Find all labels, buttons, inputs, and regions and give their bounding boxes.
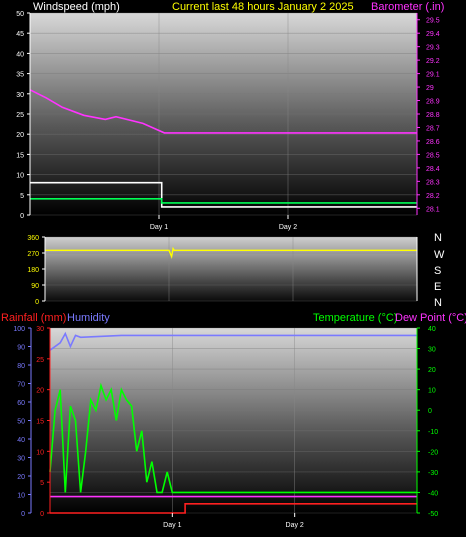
y-left-tick-label: 15 xyxy=(16,152,24,159)
compass-s: S xyxy=(434,265,441,277)
y-right-tick-label: 28.9 xyxy=(426,99,440,106)
y-right-tick-label: 29.3 xyxy=(426,45,440,52)
x-tick-label: Day 2 xyxy=(286,522,304,529)
humidity-tick-label: 50 xyxy=(17,419,25,426)
y-left-tick-label: 25 xyxy=(16,112,24,119)
humidity-tick-label: 90 xyxy=(17,345,25,352)
compass-n-top: N xyxy=(434,232,442,244)
humidity-tick-label: 30 xyxy=(17,456,25,463)
y-right-tick-label: 28.1 xyxy=(426,206,440,213)
rain-tick-label: 20 xyxy=(36,388,44,395)
y-right-tick-label: 28.3 xyxy=(426,179,440,186)
rain-tick-label: 15 xyxy=(36,419,44,426)
y-right-tick-label: -30 xyxy=(428,470,438,477)
x-tick-label: Day 1 xyxy=(163,522,181,529)
compass-n-bottom: N xyxy=(434,297,442,309)
y-right-tick-label: -10 xyxy=(428,429,438,436)
chart-title: Current last 48 hours January 2 2025 xyxy=(172,1,354,13)
rain-tick-label: 30 xyxy=(36,326,44,333)
humidity-header: Humidity xyxy=(67,312,110,324)
y-left-tick-label: 10 xyxy=(16,173,24,180)
y-tick-label: 270 xyxy=(27,251,39,258)
y-right-tick-label: 30 xyxy=(428,347,436,354)
windspeed-header: Windspeed (mph) xyxy=(33,1,120,13)
rainfall-header: Rainfall (mm) xyxy=(1,312,66,324)
x-tick-label: Day 1 xyxy=(150,224,168,231)
wind-direction-panel: 0 90 180 270 360 xyxy=(27,235,418,306)
y-left-tick-label: 0 xyxy=(20,213,24,220)
y-right-tick-label: 40 xyxy=(428,326,436,333)
y-right-tick-label: 29.2 xyxy=(426,58,440,65)
humidity-tick-label: 10 xyxy=(17,493,25,500)
y-right-tick-label: 0 xyxy=(428,408,432,415)
y-left-tick-label: 40 xyxy=(16,51,24,58)
y-left-tick-label: 50 xyxy=(16,11,24,18)
y-left-tick-label: 35 xyxy=(16,72,24,79)
y-right-tick-label: 28.6 xyxy=(426,139,440,146)
compass-e: E xyxy=(434,281,441,293)
humidity-tick-label: 0 xyxy=(21,511,25,518)
y-right-tick-label: 28.5 xyxy=(426,152,440,159)
panel3-plot-area xyxy=(50,328,417,513)
y-tick-label: 180 xyxy=(27,267,39,274)
y-right-tick-label: 29.1 xyxy=(426,72,440,79)
y-right-tick-label: -40 xyxy=(428,490,438,497)
rain-tick-label: 25 xyxy=(36,357,44,364)
wind-barometer-panel: 0 5 10 15 20 25 30 35 40 45 50 28.1 28.2 28.3 28.4 28.5… xyxy=(16,11,440,231)
y-right-tick-label: -50 xyxy=(428,511,438,518)
humidity-tick-label: 40 xyxy=(17,437,25,444)
rain-humidity-temp-panel: -50-40-30-20-100102030400102030405060708… xyxy=(13,326,438,529)
compass-w: W xyxy=(434,249,445,261)
y-left-tick-label: 20 xyxy=(16,132,24,139)
y-right-tick-label: 28.2 xyxy=(426,193,440,200)
humidity-tick-label: 20 xyxy=(17,474,25,481)
y-left-tick-label: 30 xyxy=(16,92,24,99)
y-right-tick-label: 29.5 xyxy=(426,18,440,25)
y-right-tick-label: 29.4 xyxy=(426,31,440,38)
y-right-tick-label: 28.7 xyxy=(426,125,440,132)
humidity-tick-label: 80 xyxy=(17,363,25,370)
y-tick-label: 90 xyxy=(31,283,39,290)
weather-chart-canvas: 0510152025303540455028.128.228.328.428.5… xyxy=(1,1,466,529)
humidity-tick-label: 100 xyxy=(13,326,25,333)
y-right-tick-label: -20 xyxy=(428,449,438,456)
y-tick-label: 0 xyxy=(35,299,39,306)
humidity-tick-label: 70 xyxy=(17,382,25,389)
rain-tick-label: 0 xyxy=(40,511,44,518)
rain-tick-label: 5 xyxy=(40,480,44,487)
barometer-header: Barometer (.in) xyxy=(371,1,444,13)
y-left-tick-label: 5 xyxy=(20,193,24,200)
y-right-tick-label: 28.8 xyxy=(426,112,440,119)
x-tick-label: Day 2 xyxy=(279,224,297,231)
y-right-tick-label: 20 xyxy=(428,367,436,374)
y-right-tick-label: 10 xyxy=(428,388,436,395)
y-right-tick-label: 28.4 xyxy=(426,166,440,173)
y-left-tick-label: 45 xyxy=(16,31,24,38)
rain-tick-label: 10 xyxy=(36,449,44,456)
dewpoint-header: Dew Point (°C) xyxy=(395,312,466,324)
y-tick-label: 360 xyxy=(27,235,39,242)
temperature-header: Temperature (°C) xyxy=(313,312,397,324)
humidity-tick-label: 60 xyxy=(17,400,25,407)
y-right-tick-label: 29 xyxy=(426,85,434,92)
